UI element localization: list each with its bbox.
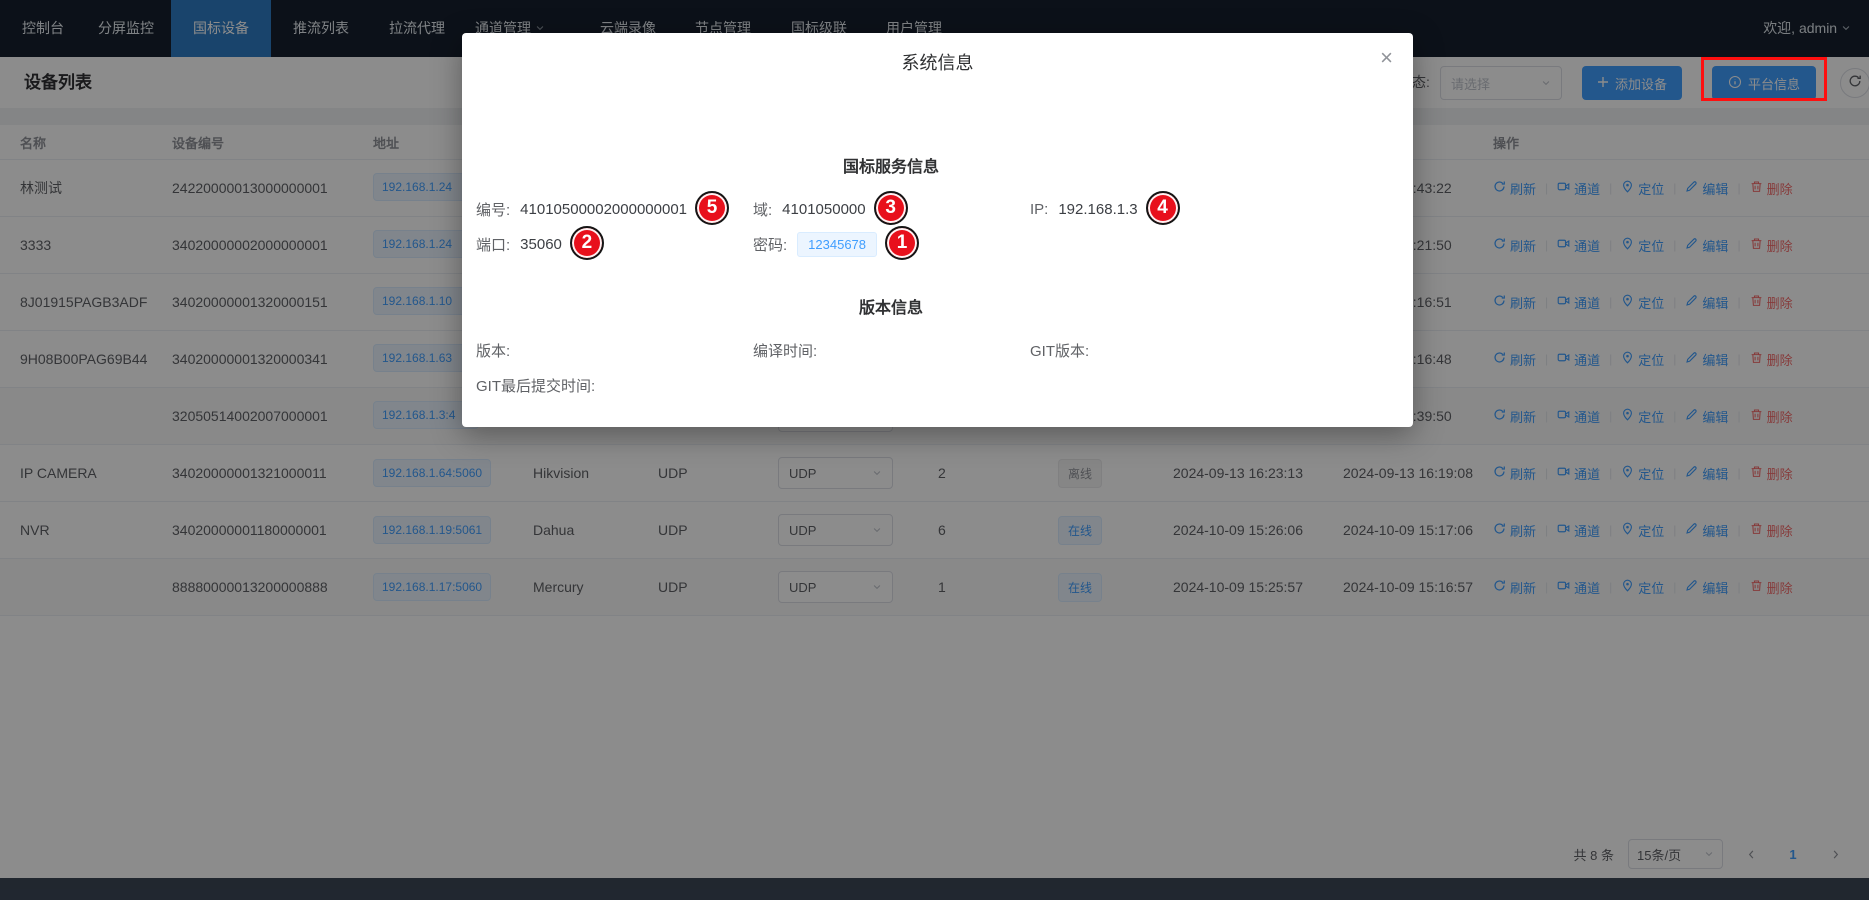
- annotation-badge-4: 4: [1146, 191, 1180, 225]
- info-field: 版本:: [476, 340, 753, 361]
- field-value: 192.168.1.3: [1058, 201, 1137, 218]
- annotation-badge-5: 5: [695, 191, 729, 225]
- field-label: 版本:: [476, 340, 510, 361]
- close-icon[interactable]: ×: [1380, 47, 1393, 69]
- field-label: GIT最后提交时间:: [476, 375, 595, 396]
- info-field: IP: 192.168.1.3 4: [1030, 193, 1307, 227]
- info-field: 编号: 41010500002000000001 5: [476, 193, 753, 227]
- info-field: 编译时间:: [753, 340, 1030, 361]
- field-label: 域:: [753, 199, 772, 220]
- field-label: IP:: [1030, 201, 1048, 218]
- field-label: 密码:: [753, 234, 787, 255]
- dialog-title: 系统信息: [462, 33, 1413, 88]
- info-field: 域: 4101050000 3: [753, 193, 1030, 227]
- info-row: 端口: 35060 2 密码: 12345678 1: [476, 227, 1306, 262]
- field-value: 4101050000: [782, 201, 865, 218]
- annotation-badge-2: 2: [570, 226, 604, 260]
- info-field: GIT版本:: [1030, 340, 1307, 361]
- field-value: 41010500002000000001: [520, 201, 687, 218]
- field-label: 编号:: [476, 199, 510, 220]
- info-row: 版本: 编译时间: GIT版本:: [476, 333, 1306, 368]
- section-title: 版本信息: [476, 294, 1306, 318]
- password-tag: 12345678: [797, 232, 877, 257]
- info-field: GIT最后提交时间:: [476, 375, 753, 396]
- field-value: 35060: [520, 236, 562, 253]
- info-field: 密码: 12345678 1: [753, 228, 1030, 262]
- field-label: GIT版本:: [1030, 340, 1089, 361]
- dialog-body: 国标服务信息编号: 41010500002000000001 5 域: 41010500…: [462, 153, 1413, 403]
- field-label: 端口:: [476, 234, 510, 255]
- field-label: 编译时间:: [753, 340, 817, 361]
- annotation-badge-1: 1: [885, 226, 919, 260]
- info-row: GIT最后提交时间:: [476, 368, 1306, 403]
- annotation-badge-3: 3: [874, 191, 908, 225]
- section-title: 国标服务信息: [476, 153, 1306, 177]
- info-row: 编号: 41010500002000000001 5 域: 4101050000 3 IP:…: [476, 192, 1306, 227]
- info-field: 端口: 35060 2: [476, 228, 753, 262]
- system-info-dialog: 系统信息 × 国标服务信息编号: 41010500002000000001 5 域: 4…: [462, 33, 1413, 427]
